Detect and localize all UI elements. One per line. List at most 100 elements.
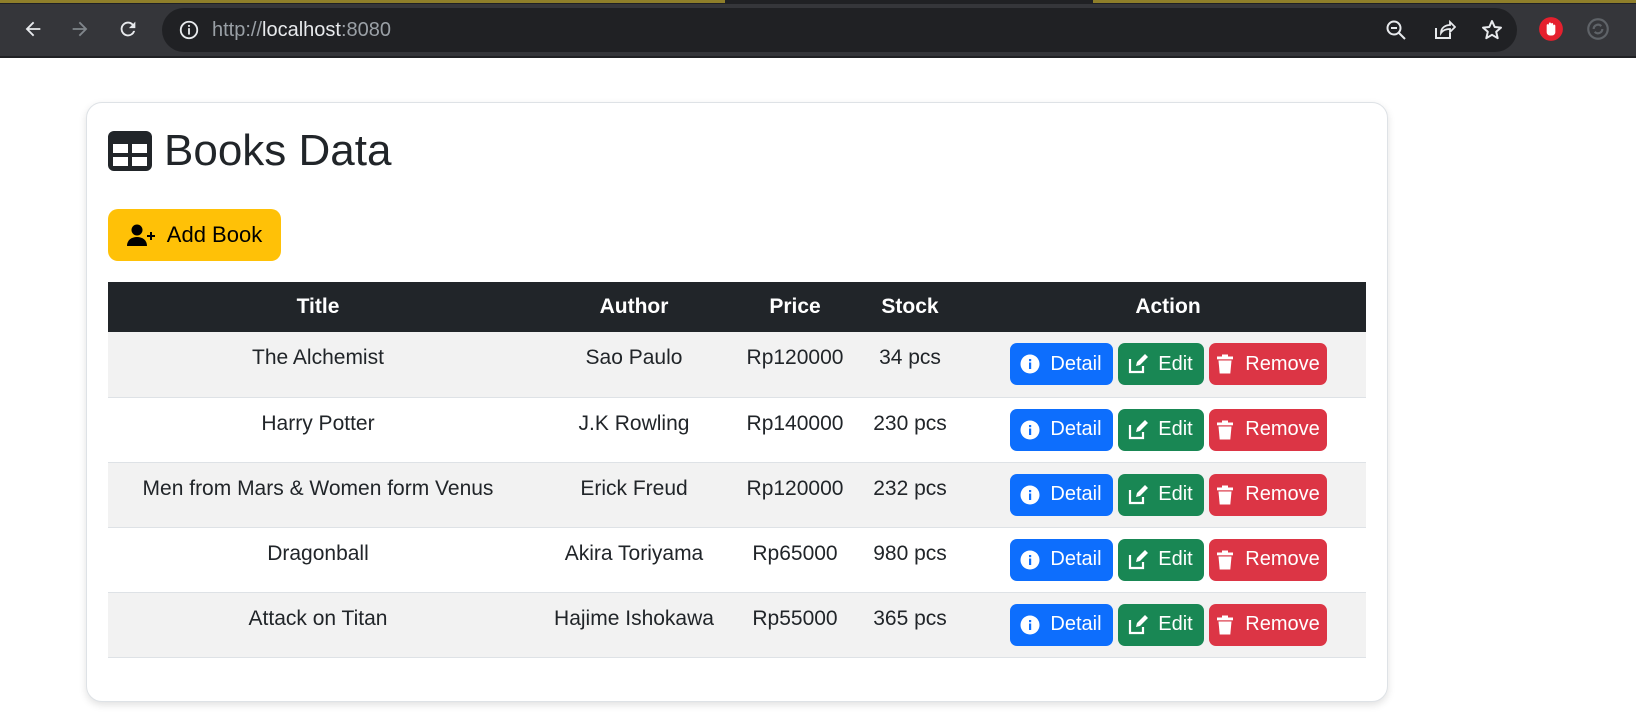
book-title: Attack on Titan [108,592,528,658]
detail-label: Detail [1050,483,1102,505]
books-table: Title Author Price Stock Action The Alch… [108,282,1366,658]
url-port: :8080 [340,19,392,41]
info-circle-icon [1020,550,1040,569]
table-row: Attack on Titan Hajime Ishokawa Rp55000 … [108,592,1366,658]
detail-button[interactable]: Detail [1009,343,1113,386]
detail-button[interactable]: Detail [1009,538,1113,581]
reload-icon[interactable] [113,14,143,44]
action-cell: Detail Edit Remove [970,332,1366,398]
action-cell: Detail Edit Remove [970,397,1366,463]
edit-pencil-icon [1129,614,1149,634]
tab-indicator [0,0,725,3]
trash-icon [1217,485,1234,504]
trash-icon [1217,550,1234,569]
book-author: Akira Toriyama [528,527,740,593]
action-cell: Detail Edit Remove [970,462,1366,528]
info-circle-icon [1020,420,1040,439]
table-icon [108,131,152,171]
remove-button[interactable]: Remove [1208,603,1327,646]
adblock-icon[interactable] [1538,16,1564,42]
remove-button[interactable]: Remove [1208,473,1327,516]
edit-pencil-icon [1129,484,1149,504]
book-author: Hajime Ishokawa [528,592,740,658]
book-stock: 232 pcs [850,462,970,528]
book-stock: 365 pcs [850,592,970,658]
table-header-row: Title Author Price Stock Action [108,282,1366,332]
header-stock: Stock [850,282,970,332]
remove-label: Remove [1245,548,1320,570]
book-price: Rp120000 [740,462,850,528]
user-plus-icon [126,224,155,246]
remove-label: Remove [1245,418,1320,440]
bookmark-star-icon[interactable] [1480,18,1504,42]
detail-button[interactable]: Detail [1009,603,1113,646]
table-row: Dragonball Akira Toriyama Rp65000 980 pc… [108,527,1366,593]
action-cell: Detail Edit Remove [970,527,1366,593]
info-icon[interactable] [178,19,200,41]
action-buttons: Detail Edit Remove [970,343,1366,386]
header-title: Title [108,282,528,332]
book-title: Men from Mars & Women form Venus [108,462,528,528]
info-circle-icon [1020,485,1040,504]
sync-icon[interactable] [1585,16,1611,42]
trash-icon [1217,354,1234,374]
back-arrow-icon[interactable] [18,14,48,44]
book-stock: 980 pcs [850,527,970,593]
detail-button[interactable]: Detail [1009,408,1113,451]
book-price: Rp140000 [740,397,850,463]
book-stock: 34 pcs [850,332,970,398]
book-price: Rp55000 [740,592,850,658]
book-title: The Alchemist [108,332,528,398]
edit-button[interactable]: Edit [1117,603,1204,646]
edit-pencil-icon [1129,549,1149,569]
edit-pencil-icon [1129,419,1149,439]
edit-label: Edit [1158,483,1193,505]
tab-indicator [1093,0,1636,3]
page-title-text: Books Data [164,126,392,175]
info-circle-icon [1020,354,1040,374]
edit-button[interactable]: Edit [1117,538,1204,581]
edit-label: Edit [1158,418,1193,440]
zoom-out-icon[interactable] [1384,18,1408,42]
table-row: The Alchemist Sao Paulo Rp120000 34 pcs … [108,332,1366,398]
edit-label: Edit [1158,548,1193,570]
detail-label: Detail [1050,418,1102,440]
book-author: J.K Rowling [528,397,740,463]
book-price: Rp65000 [740,527,850,593]
remove-button[interactable]: Remove [1208,343,1327,386]
trash-icon [1217,420,1234,439]
header-action: Action [970,282,1366,332]
table-row: Harry Potter J.K Rowling Rp140000 230 pc… [108,397,1366,463]
add-book-label: Add Book [166,222,263,247]
edit-button[interactable]: Edit [1117,343,1204,386]
remove-button[interactable]: Remove [1208,408,1327,451]
forward-arrow-icon[interactable] [65,14,95,44]
book-title: Dragonball [108,527,528,593]
share-icon[interactable] [1432,18,1456,42]
edit-pencil-icon [1129,354,1149,374]
remove-button[interactable]: Remove [1208,538,1327,581]
book-author: Erick Freud [528,462,740,528]
browser-toolbar: http://localhost:8080 [0,0,1636,58]
action-buttons: Detail Edit Remove [970,603,1366,646]
remove-label: Remove [1245,613,1320,635]
book-author: Sao Paulo [528,332,740,398]
detail-button[interactable]: Detail [1009,473,1113,516]
add-book-button[interactable]: Add Book [108,209,281,261]
action-buttons: Detail Edit Remove [970,538,1366,581]
info-circle-icon [1020,615,1040,634]
edit-label: Edit [1158,613,1193,635]
url-scheme: http:// [212,19,263,41]
book-stock: 230 pcs [850,397,970,463]
address-bar[interactable]: http://localhost:8080 [162,8,1517,52]
book-price: Rp120000 [740,332,850,398]
action-cell: Detail Edit Remove [970,592,1366,658]
header-price: Price [740,282,850,332]
action-buttons: Detail Edit Remove [970,473,1366,516]
detail-label: Detail [1050,548,1102,570]
edit-button[interactable]: Edit [1117,473,1204,516]
detail-label: Detail [1050,352,1102,375]
edit-label: Edit [1158,352,1193,375]
url-text[interactable]: http://localhost:8080 [212,19,391,42]
edit-button[interactable]: Edit [1117,408,1204,451]
